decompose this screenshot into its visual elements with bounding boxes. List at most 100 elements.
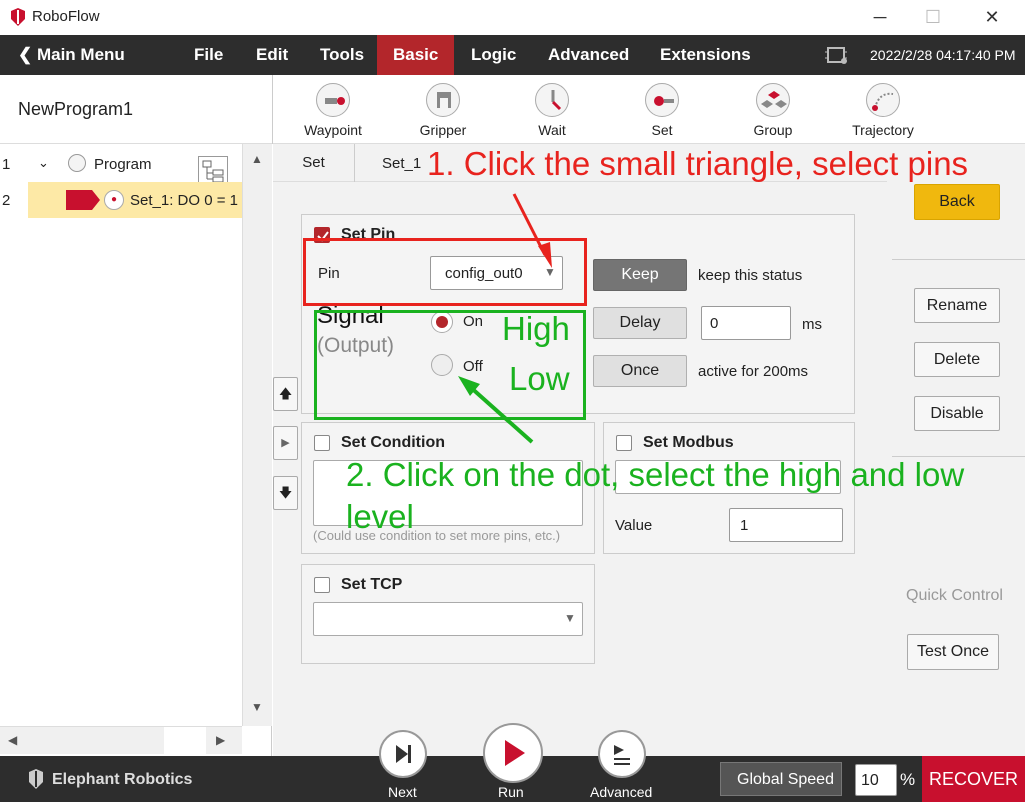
waypoint-icon [316, 83, 350, 117]
maximize-button[interactable]: ☐ [913, 4, 953, 30]
speed-input[interactable]: 10 [855, 764, 897, 796]
dropdown-triangle-icon[interactable]: ▼ [564, 611, 576, 625]
menu-edit[interactable]: Edit [256, 35, 288, 75]
move-up-button[interactable]: 🡅 [273, 377, 298, 411]
tcp-dropdown[interactable]: ▼ [313, 602, 583, 636]
delete-button[interactable]: Delete [914, 342, 1000, 377]
program-icon [68, 154, 86, 172]
speed-value: 10 [861, 772, 879, 789]
move-down-button[interactable]: 🡇 [273, 476, 298, 510]
keep-button[interactable]: Keep [593, 259, 687, 291]
menu-advanced[interactable]: Advanced [548, 35, 629, 75]
tree-vertical-scrollbar[interactable]: ▲ ▼ [242, 144, 272, 726]
program-name: NewProgram1 [18, 99, 134, 119]
delay-button[interactable]: Delay [593, 307, 687, 339]
app-title: RoboFlow [32, 8, 100, 25]
chevron-down-icon[interactable]: ⌄ [38, 155, 49, 171]
set-modbus-label: Set Modbus [643, 434, 734, 451]
advanced-button[interactable] [598, 730, 646, 778]
rename-button[interactable]: Rename [914, 288, 1000, 323]
scroll-left-icon[interactable]: ◀ [8, 733, 17, 747]
tool-label: Set [651, 122, 673, 138]
tool-waypoint[interactable]: Waypoint [293, 83, 373, 138]
scroll-right-icon[interactable]: ▶ [216, 733, 225, 747]
tree-horizontal-scrollbar[interactable]: ◀ ▶ [0, 726, 242, 754]
next-label: Next [388, 784, 417, 800]
advanced-icon [614, 745, 630, 765]
tool-label: Gripper [419, 122, 467, 138]
minimize-button[interactable]: ─ [860, 4, 900, 30]
tool-label: Trajectory [852, 122, 914, 138]
content-area: Set Set_1 Set Pin Pin config_out0 ▼ Sign… [273, 144, 887, 756]
tree-label: Program [94, 156, 152, 173]
scroll-up-icon[interactable]: ▲ [251, 152, 263, 166]
next-button[interactable] [379, 730, 427, 778]
percent-sign: % [900, 770, 916, 789]
brand-label: Elephant Robotics [52, 771, 193, 788]
disable-button[interactable]: Disable [914, 396, 1000, 431]
tab-set-1[interactable]: Set_1 [382, 155, 421, 172]
delay-value: 0 [710, 315, 719, 332]
roboflow-logo-icon [11, 8, 25, 26]
tool-label: Waypoint [304, 122, 362, 138]
row-number: 2 [2, 192, 11, 209]
tree-row-selected[interactable]: 2 ● Set_1: DO 0 = 1 [0, 182, 242, 218]
divider [272, 75, 273, 144]
scroll-down-icon[interactable]: ▼ [251, 700, 263, 714]
tool-group[interactable]: Group [733, 83, 813, 138]
program-tree-panel: 1 ⌄ Program 2 ● Set_1: DO 0 = 1 [0, 144, 272, 756]
recover-button[interactable]: RECOVER [922, 756, 1025, 802]
group-icon [756, 83, 790, 117]
next-icon [396, 745, 411, 763]
row-number: 1 [2, 156, 11, 173]
tool-label: Wait [538, 122, 566, 138]
close-button[interactable]: ✕ [972, 4, 1012, 30]
advanced-label: Advanced [590, 784, 653, 800]
quick-control-label: Quick Control [906, 587, 1003, 604]
once-button[interactable]: Once [593, 355, 687, 387]
annotation-arrows [458, 193, 552, 444]
menu-logic[interactable]: Logic [471, 35, 516, 75]
set-condition-checkbox[interactable] [314, 435, 330, 451]
datetime: 2022/2/28 04:17:40 PM [870, 47, 1016, 63]
right-panel: Back Rename Delete Disable Quick Control… [887, 144, 1025, 756]
current-line-marker-icon [66, 190, 100, 210]
back-button[interactable]: Back [914, 184, 1000, 220]
run-label: Run [498, 784, 524, 800]
tool-trajectory[interactable]: Trajectory [843, 83, 923, 138]
set-modbus-checkbox[interactable] [616, 435, 632, 451]
toolbar: NewProgram1 Waypoint Gripper Wait Set Gr… [0, 75, 1025, 144]
run-button[interactable] [483, 723, 543, 783]
move-right-button[interactable]: ▶ [273, 426, 298, 460]
tree-label: Set_1: DO 0 = 1 [130, 192, 238, 209]
menu-basic[interactable]: Basic [377, 35, 455, 75]
main-menu-button[interactable]: ❮ Main Menu [18, 35, 125, 75]
tab-set[interactable]: Set [273, 144, 355, 182]
tool-wait[interactable]: Wait [512, 83, 592, 138]
menu-tools[interactable]: Tools [320, 35, 364, 75]
set-condition-label: Set Condition [341, 434, 445, 451]
play-icon [505, 740, 525, 766]
title-bar: RoboFlow ─ ☐ ✕ [0, 0, 1025, 35]
gripper-icon [426, 83, 460, 117]
set-tcp-checkbox[interactable] [314, 577, 330, 593]
set-icon [645, 83, 679, 117]
delay-unit: ms [802, 316, 822, 333]
menu-extensions[interactable]: Extensions [660, 35, 751, 75]
set-node-icon: ● [104, 190, 124, 210]
main-menu-label: Main Menu [36, 45, 125, 64]
wait-icon [535, 83, 569, 117]
menu-file[interactable]: File [194, 35, 223, 75]
keep-text: keep this status [698, 267, 803, 284]
tool-gripper[interactable]: Gripper [403, 83, 483, 138]
test-once-button[interactable]: Test Once [907, 634, 999, 670]
menu-bar: ❮ Main Menu File Edit Tools Basic Logic … [0, 35, 1025, 75]
global-speed-label-box: Global Speed [720, 762, 842, 796]
divider [892, 259, 1025, 260]
annotation-step1: 1. Click the small triangle, select pins [427, 145, 969, 182]
delay-input[interactable]: 0 [701, 306, 791, 340]
global-speed-label: Global Speed [737, 771, 834, 788]
scroll-thumb[interactable] [164, 727, 206, 754]
tool-set[interactable]: Set [622, 83, 702, 138]
chip-icon [825, 47, 847, 64]
